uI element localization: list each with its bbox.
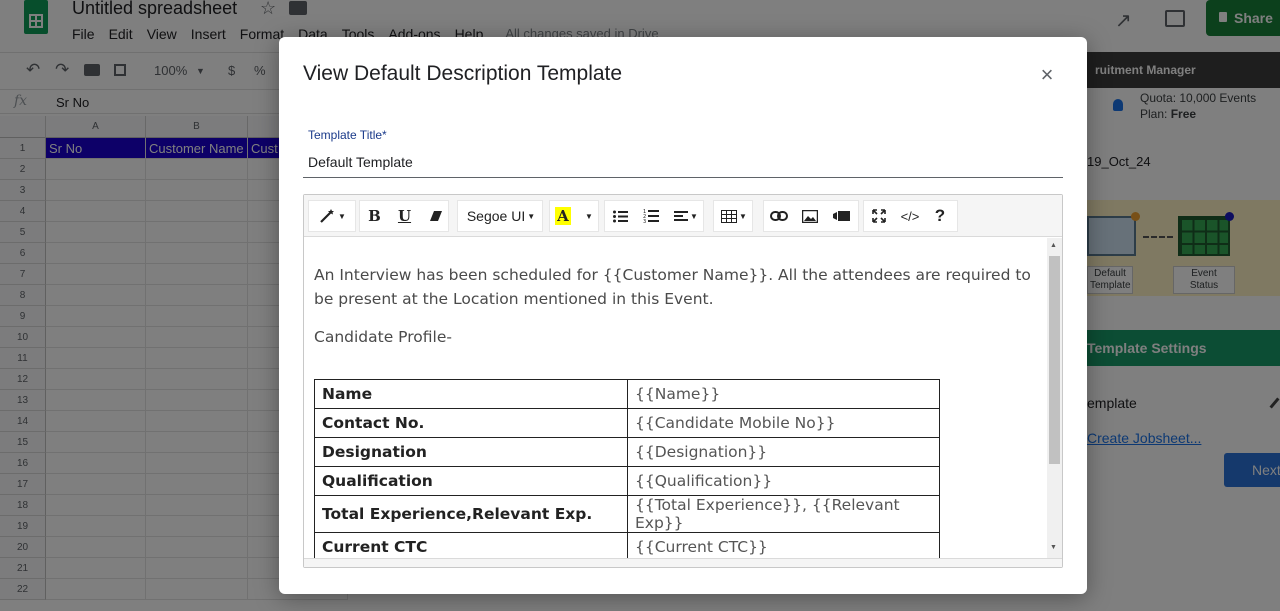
font-family-value: Segoe UI — [466, 208, 526, 224]
image-icon[interactable] — [797, 203, 823, 229]
table-row: Designation {{Designation}} — [314, 437, 940, 467]
magic-wand-icon[interactable]: ▼ — [314, 203, 350, 229]
candidate-profile-table: Name {{Name}} Contact No. {{Candidate Mobil… — [314, 379, 940, 558]
table-row: Name {{Name}} — [314, 379, 940, 409]
underline-button[interactable]: U — [392, 203, 417, 229]
video-icon[interactable] — [828, 203, 854, 229]
help-icon[interactable]: ? — [928, 203, 952, 229]
profile-field-placeholder: {{Name}} — [627, 379, 940, 409]
editor-resize-bar[interactable] — [304, 558, 1062, 567]
profile-field-placeholder: {{Candidate Mobile No}} — [627, 408, 940, 438]
template-title-label: Template Title* — [308, 128, 387, 142]
editor-content[interactable]: An Interview has been scheduled for {{Cu… — [304, 238, 1047, 558]
highlight-a: A — [555, 207, 571, 225]
rich-text-editor: ▼ B U Segoe UI ▼ A ▼ 123 ▼ ▼ </> ? An In… — [303, 194, 1063, 568]
table-row: Contact No. {{Candidate Mobile No}} — [314, 408, 940, 438]
bullet-list-icon[interactable] — [608, 203, 632, 229]
link-icon[interactable] — [766, 203, 792, 229]
editor-toolbar: ▼ B U Segoe UI ▼ A ▼ 123 ▼ ▼ </> ? — [304, 195, 1062, 237]
profile-field-name: Contact No. — [314, 408, 628, 438]
profile-field-name: Name — [314, 379, 628, 409]
profile-field-name: Current CTC — [314, 532, 628, 558]
close-icon[interactable]: × — [1036, 64, 1058, 86]
dialog-title: View Default Description Template — [303, 62, 623, 85]
highlight-color-button[interactable]: A — [552, 203, 574, 229]
profile-field-placeholder: {{Total Experience}}, {{Relevant Exp}} — [627, 495, 940, 533]
scroll-up-arrow-icon[interactable]: ▲ — [1050, 242, 1057, 249]
eraser-icon[interactable] — [423, 203, 448, 229]
fullscreen-icon[interactable] — [866, 203, 892, 229]
paragraph-candidate-profile: Candidate Profile- — [314, 328, 452, 346]
font-family-select[interactable]: Segoe UI ▼ — [463, 203, 539, 229]
table-row: Qualification {{Qualification}} — [314, 466, 940, 496]
editor-scrollbar[interactable]: ▲ ▼ — [1047, 238, 1062, 558]
code-view-icon[interactable]: </> — [896, 203, 924, 229]
paragraph-intro: An Interview has been scheduled for {{Cu… — [314, 266, 1031, 308]
bold-button[interactable]: B — [362, 203, 387, 229]
profile-field-name: Qualification — [314, 466, 628, 496]
template-title-input[interactable] — [303, 147, 1063, 178]
template-dialog: View Default Description Template × Temp… — [279, 37, 1087, 594]
profile-field-name: Total Experience,Relevant Exp. — [314, 495, 628, 533]
profile-field-placeholder: {{Qualification}} — [627, 466, 940, 496]
table-row: Current CTC {{Current CTC}} — [314, 532, 940, 558]
profile-field-placeholder: {{Current CTC}} — [627, 532, 940, 558]
profile-field-name: Designation — [314, 437, 628, 467]
align-dropdown-icon[interactable]: ▼ — [671, 203, 701, 229]
profile-field-placeholder: {{Designation}} — [627, 437, 940, 467]
table-row: Total Experience,Relevant Exp. {{Total Ex… — [314, 495, 940, 533]
scroll-down-arrow-icon[interactable]: ▼ — [1050, 544, 1057, 551]
table-icon[interactable]: ▼ — [717, 203, 751, 229]
color-dropdown-icon[interactable]: ▼ — [580, 203, 596, 229]
numbered-list-icon[interactable]: 123 — [639, 203, 663, 229]
scroll-thumb[interactable] — [1049, 256, 1060, 464]
svg-text:3: 3 — [643, 219, 646, 223]
